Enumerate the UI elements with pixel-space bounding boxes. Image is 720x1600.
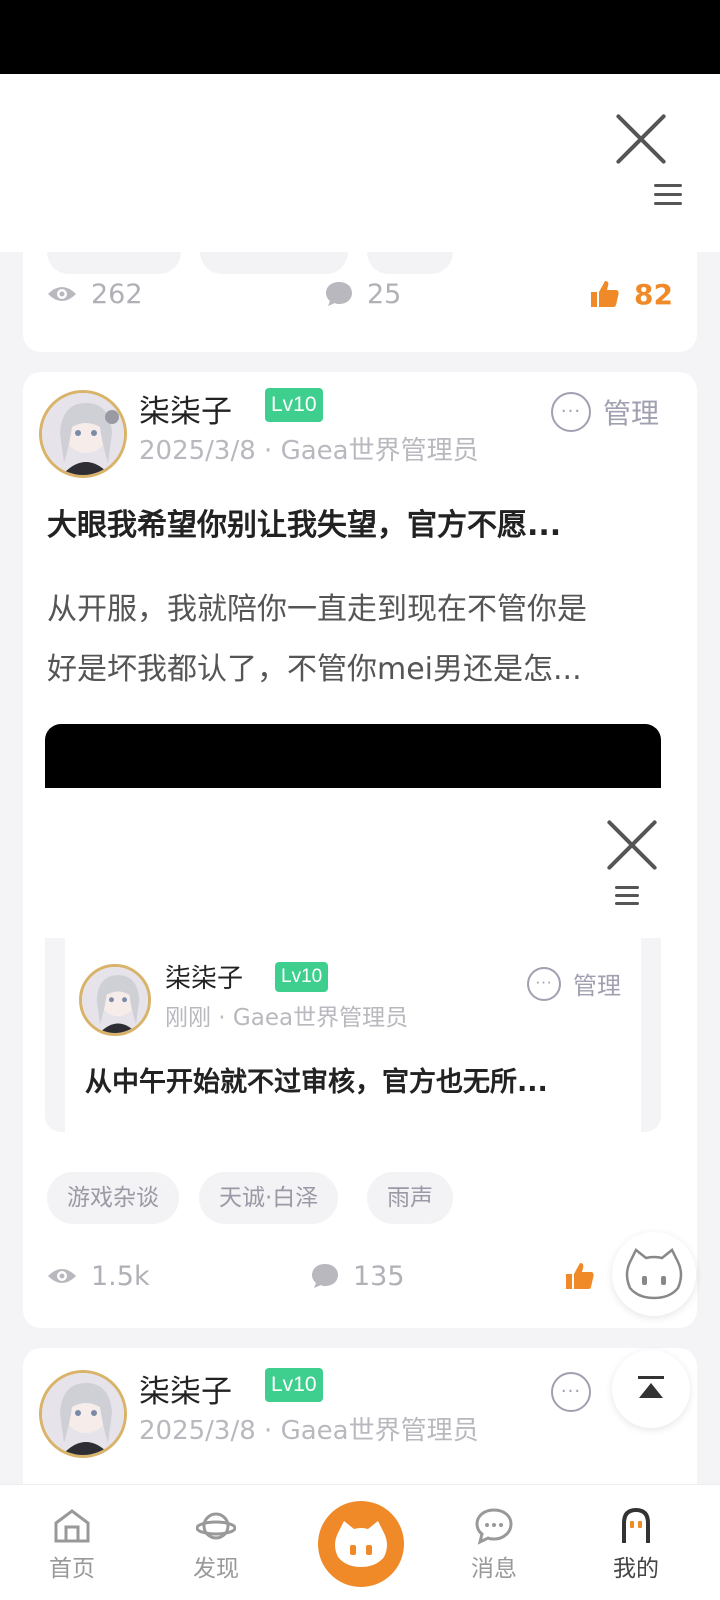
manage-button[interactable]: ··· 管理 (527, 966, 621, 1001)
manage-label: 管理 (573, 972, 621, 1000)
embedded-media[interactable] (45, 724, 661, 788)
level-badge: Lv10 (275, 962, 329, 992)
post-meta: 2025/3/8 · Gaea世界管理员 (139, 1416, 479, 1446)
nav-center-button[interactable] (318, 1501, 404, 1587)
mascot-float-button[interactable] (612, 1232, 696, 1316)
message-icon (475, 1508, 513, 1545)
nav-home-label: 首页 (49, 1556, 95, 1582)
comments-count: 25 (367, 278, 402, 310)
manage-button[interactable]: ··· 管理 (551, 392, 659, 432)
close-icon[interactable] (614, 112, 668, 166)
eye-icon (48, 1269, 76, 1283)
post-stats: 1.5k 135 (47, 1256, 673, 1296)
thumbs-up-icon (591, 281, 619, 307)
nav-mine[interactable]: 我的 (586, 1507, 686, 1583)
embedded-ad-overlay (45, 788, 661, 938)
eye-icon (48, 287, 76, 301)
bottom-nav: 首页 发现 消息 我的 (0, 1484, 720, 1600)
nav-mine-label: 我的 (613, 1556, 659, 1582)
mascot-icon (625, 1248, 683, 1300)
comment-icon (312, 1264, 338, 1288)
avatar[interactable] (79, 964, 151, 1036)
comment-icon (326, 282, 352, 306)
comments-stat[interactable]: 135 (311, 1261, 405, 1292)
ad-overlay-header (0, 74, 720, 252)
author-name[interactable]: 柒柒子 (139, 1366, 232, 1411)
avatar[interactable] (39, 390, 127, 478)
more-icon: ··· (527, 966, 561, 1001)
nav-messages[interactable]: 消息 (444, 1507, 544, 1583)
like-button[interactable] (565, 1262, 595, 1290)
level-badge: Lv10 (265, 1368, 323, 1402)
post-body-line: 好是坏我都认了，不管你mei男还是怎... (47, 652, 582, 687)
more-icon: ··· (551, 1372, 591, 1412)
nav-discover[interactable]: 发现 (166, 1507, 266, 1583)
embedded-post-title[interactable]: 从中午开始就不过审核，官方也无所... (85, 1060, 548, 1099)
post-meta: 刚刚 · Gaea世界管理员 (165, 1005, 409, 1031)
thumbs-up-icon (566, 1263, 594, 1289)
author-name[interactable]: 柒柒子 (139, 386, 232, 431)
menu-icon[interactable] (615, 886, 639, 906)
like-button[interactable]: 82 (590, 278, 673, 311)
mascot-icon (335, 1521, 387, 1567)
post-body-line: 从开服，我就陪你一直走到现在不管你是 (47, 592, 587, 627)
comments-stat[interactable]: 25 (325, 279, 401, 310)
likes-count: 82 (634, 277, 673, 311)
planet-icon (196, 1512, 236, 1540)
views-stat: 1.5k (47, 1261, 150, 1292)
topic-tag[interactable]: 天诚·白泽 (199, 1172, 339, 1224)
level-badge: Lv10 (265, 388, 323, 422)
post-body[interactable]: 从开服，我就陪你一直走到现在不管你是 好是坏我都认了，不管你mei男还是怎... (47, 580, 673, 700)
more-icon: ··· (551, 392, 591, 432)
nav-messages-label: 消息 (471, 1556, 517, 1582)
post-title[interactable]: 大眼我希望你别让我失望，官方不愿... (47, 500, 561, 544)
embedded-post-content[interactable]: 柒柒子 Lv10 刚刚 · Gaea世界管理员 ··· 管理 从中午开始就不过审… (65, 938, 641, 1132)
post-card[interactable]: 柒柒子 Lv10 2025/3/8 · Gaea世界管理员 ··· 管理 大眼我… (23, 372, 697, 1328)
nav-discover-label: 发现 (193, 1556, 239, 1582)
post-meta: 2025/3/8 · Gaea世界管理员 (139, 436, 479, 466)
views-count: 262 (91, 278, 143, 310)
post-stats: 262 25 82 (47, 274, 673, 314)
user-icon (622, 1507, 650, 1543)
arrow-up-icon (638, 1376, 664, 1398)
home-icon (54, 1509, 90, 1543)
close-icon[interactable] (605, 818, 659, 872)
back-to-top-button[interactable] (612, 1350, 690, 1428)
views-count: 1.5k (91, 1260, 150, 1292)
author-name[interactable]: 柒柒子 (165, 958, 243, 995)
more-button[interactable]: ··· (551, 1372, 591, 1412)
menu-icon[interactable] (654, 184, 682, 206)
topic-tag[interactable]: 游戏杂谈 (47, 1172, 179, 1224)
manage-label: 管理 (603, 397, 660, 430)
nav-home[interactable]: 首页 (22, 1507, 122, 1583)
post-card[interactable]: 柒柒子 Lv10 2025/3/8 · Gaea世界管理员 ··· (23, 1348, 697, 1488)
comments-count: 135 (353, 1260, 405, 1292)
topic-tag[interactable]: 雨声 (367, 1172, 453, 1224)
avatar[interactable] (39, 1370, 127, 1458)
embedded-post[interactable]: 柒柒子 Lv10 刚刚 · Gaea世界管理员 ··· 管理 从中午开始就不过审… (45, 938, 661, 1132)
status-bar (0, 0, 720, 74)
views-stat: 262 (47, 279, 143, 310)
